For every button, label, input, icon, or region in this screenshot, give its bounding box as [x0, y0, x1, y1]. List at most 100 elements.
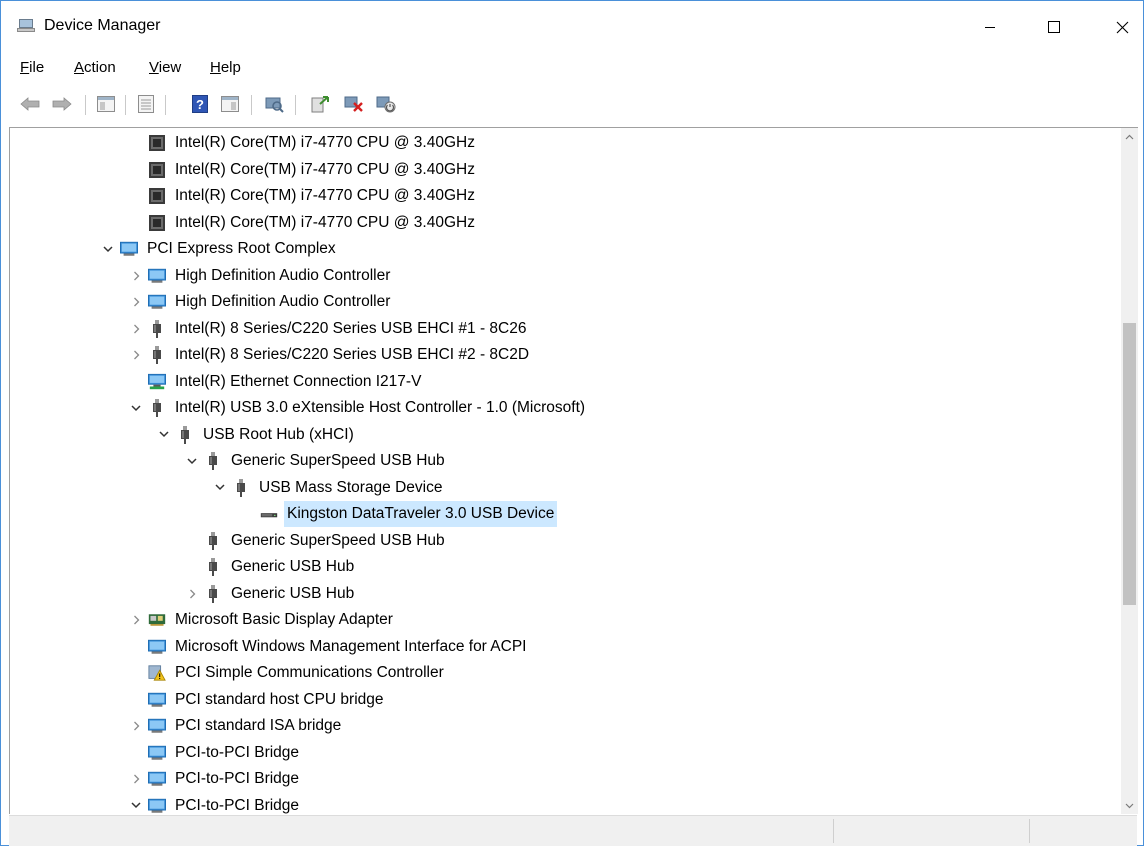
scroll-down-arrow-icon[interactable] — [1121, 797, 1138, 814]
expand-chevron-down-icon[interactable] — [100, 236, 116, 262]
system-device-icon — [148, 770, 166, 788]
toolbar-separator — [295, 95, 296, 115]
toolbar-separator — [165, 95, 166, 115]
tree-node-label: Intel(R) Core(TM) i7-4770 CPU @ 3.40GHz — [175, 187, 475, 204]
tree-node[interactable]: High Definition Audio Controller — [128, 263, 393, 289]
display-adapter-icon — [148, 611, 166, 629]
minimize-button[interactable] — [967, 9, 1013, 45]
tree-node[interactable]: Microsoft Basic Display Adapter — [128, 607, 396, 633]
show-hide-action-pane-icon — [221, 96, 239, 112]
tree-node-label: PCI standard ISA bridge — [175, 717, 342, 734]
vertical-scrollbar[interactable] — [1121, 128, 1138, 814]
expand-chevron-right-icon[interactable] — [128, 289, 144, 315]
tree-node[interactable]: Intel(R) Core(TM) i7-4770 CPU @ 3.40GHz — [128, 130, 478, 156]
expand-chevron-down-icon[interactable] — [128, 793, 144, 815]
scroll-up-arrow-icon[interactable] — [1121, 128, 1138, 145]
close-button[interactable] — [1099, 9, 1145, 45]
tree-node[interactable]: PCI standard ISA bridge — [128, 713, 344, 739]
expand-chevron-right-icon[interactable] — [128, 713, 144, 739]
tree-node[interactable]: Generic USB Hub — [184, 554, 357, 580]
expand-chevron-right-icon[interactable] — [184, 581, 200, 607]
back-button[interactable] — [19, 93, 41, 115]
enable-device-icon — [376, 96, 396, 113]
scan-hardware-changes-icon — [265, 97, 284, 113]
tree-node[interactable]: Microsoft Windows Management Interface f… — [128, 634, 529, 660]
tree-node-label: USB Mass Storage Device — [259, 478, 443, 496]
tree-node[interactable]: Generic SuperSpeed USB Hub — [184, 528, 448, 554]
help-button[interactable]: ? — [189, 93, 211, 115]
title-bar[interactable]: Device Manager — [1, 1, 1143, 51]
menu-view[interactable]: View — [149, 59, 181, 76]
tree-node[interactable]: Generic USB Hub — [184, 581, 357, 607]
status-pane-divider — [833, 819, 834, 843]
tree-node[interactable]: Generic SuperSpeed USB Hub — [184, 448, 448, 474]
menu-action[interactable]: Action — [74, 59, 116, 76]
tree-node[interactable]: Intel(R) Core(TM) i7-4770 CPU @ 3.40GHz — [128, 157, 478, 183]
tree-node-label: USB Root Hub (xHCI) — [203, 425, 354, 443]
menu-help[interactable]: Help — [210, 59, 241, 76]
tree-node[interactable]: Kingston DataTraveler 3.0 USB Device — [240, 501, 558, 527]
enable-device-button[interactable] — [375, 93, 397, 115]
tree-node-label: PCI-to-PCI Bridge — [175, 743, 300, 761]
tree-node[interactable]: PCI standard host CPU bridge — [128, 687, 387, 713]
system-device-icon — [148, 691, 166, 709]
forward-button[interactable] — [51, 93, 73, 115]
tree-node[interactable]: USB Mass Storage Device — [212, 475, 446, 501]
tree-node[interactable]: PCI-to-PCI Bridge — [128, 793, 302, 815]
minimize-icon — [985, 27, 995, 28]
warning-device-icon — [148, 664, 166, 682]
usb-plug-icon — [204, 452, 222, 470]
status-pane-divider — [1029, 819, 1030, 843]
tree-node[interactable]: PCI Simple Communications Controller — [128, 660, 447, 686]
tree-node-label: PCI standard host CPU bridge — [175, 690, 384, 708]
usb-plug-icon — [204, 558, 222, 576]
properties-button[interactable] — [135, 93, 157, 115]
update-driver-button[interactable] — [309, 93, 331, 115]
help-icon: ? — [192, 95, 208, 113]
menu-file[interactable]: File — [20, 59, 44, 76]
device-tree-pane[interactable]: Intel(R) Core(TM) i7-4770 CPU @ 3.40GHz I… — [9, 127, 1138, 814]
tree-node[interactable]: High Definition Audio Controller — [128, 289, 393, 315]
tree-node-label: PCI-to-PCI Bridge — [175, 796, 300, 814]
scan-hardware-button[interactable] — [263, 93, 285, 115]
expand-chevron-down-icon[interactable] — [212, 475, 228, 501]
close-icon — [1116, 21, 1128, 33]
processor-icon — [148, 214, 166, 232]
maximize-button[interactable] — [1031, 9, 1077, 45]
system-device-icon — [148, 717, 166, 735]
tree-node[interactable]: Intel(R) USB 3.0 eXtensible Host Control… — [128, 395, 588, 421]
action-pane-button[interactable] — [219, 93, 241, 115]
scrollbar-thumb[interactable] — [1123, 323, 1136, 605]
tree-node-label: Generic SuperSpeed USB Hub — [231, 531, 445, 549]
tree-node-label: Generic SuperSpeed USB Hub — [231, 452, 445, 469]
tree-node[interactable]: PCI-to-PCI Bridge — [128, 740, 302, 766]
tree-node[interactable]: Intel(R) Core(TM) i7-4770 CPU @ 3.40GHz — [128, 210, 478, 236]
tree-node[interactable]: Intel(R) Ethernet Connection I217-V — [128, 369, 424, 395]
tree-node[interactable]: USB Root Hub (xHCI) — [156, 422, 357, 448]
usb-plug-icon — [148, 319, 166, 338]
uninstall-device-button[interactable] — [343, 93, 365, 115]
console-tree-button[interactable] — [95, 93, 117, 115]
tree-node[interactable]: Intel(R) 8 Series/C220 Series USB EHCI #… — [128, 316, 529, 342]
tree-node-label: PCI Simple Communications Controller — [175, 664, 444, 681]
tree-node[interactable]: Intel(R) Core(TM) i7-4770 CPU @ 3.40GHz — [128, 183, 478, 209]
uninstall-device-icon — [344, 96, 363, 112]
expand-chevron-right-icon[interactable] — [128, 766, 144, 792]
expand-chevron-down-icon[interactable] — [128, 395, 144, 421]
tree-node[interactable]: PCI-to-PCI Bridge — [128, 766, 302, 792]
expand-chevron-down-icon[interactable] — [156, 422, 172, 448]
tree-node[interactable]: Intel(R) 8 Series/C220 Series USB EHCI #… — [128, 342, 532, 368]
expand-chevron-right-icon[interactable] — [128, 342, 144, 368]
expand-chevron-right-icon[interactable] — [128, 263, 144, 289]
forward-icon — [52, 97, 72, 111]
tree-node-label: High Definition Audio Controller — [175, 266, 391, 284]
expand-chevron-right-icon[interactable] — [128, 607, 144, 633]
tree-node-label: Intel(R) Core(TM) i7-4770 CPU @ 3.40GHz — [175, 160, 475, 178]
expand-chevron-down-icon[interactable] — [184, 448, 200, 474]
tree-node[interactable]: PCI Express Root Complex — [100, 236, 339, 262]
expand-chevron-right-icon[interactable] — [128, 316, 144, 342]
